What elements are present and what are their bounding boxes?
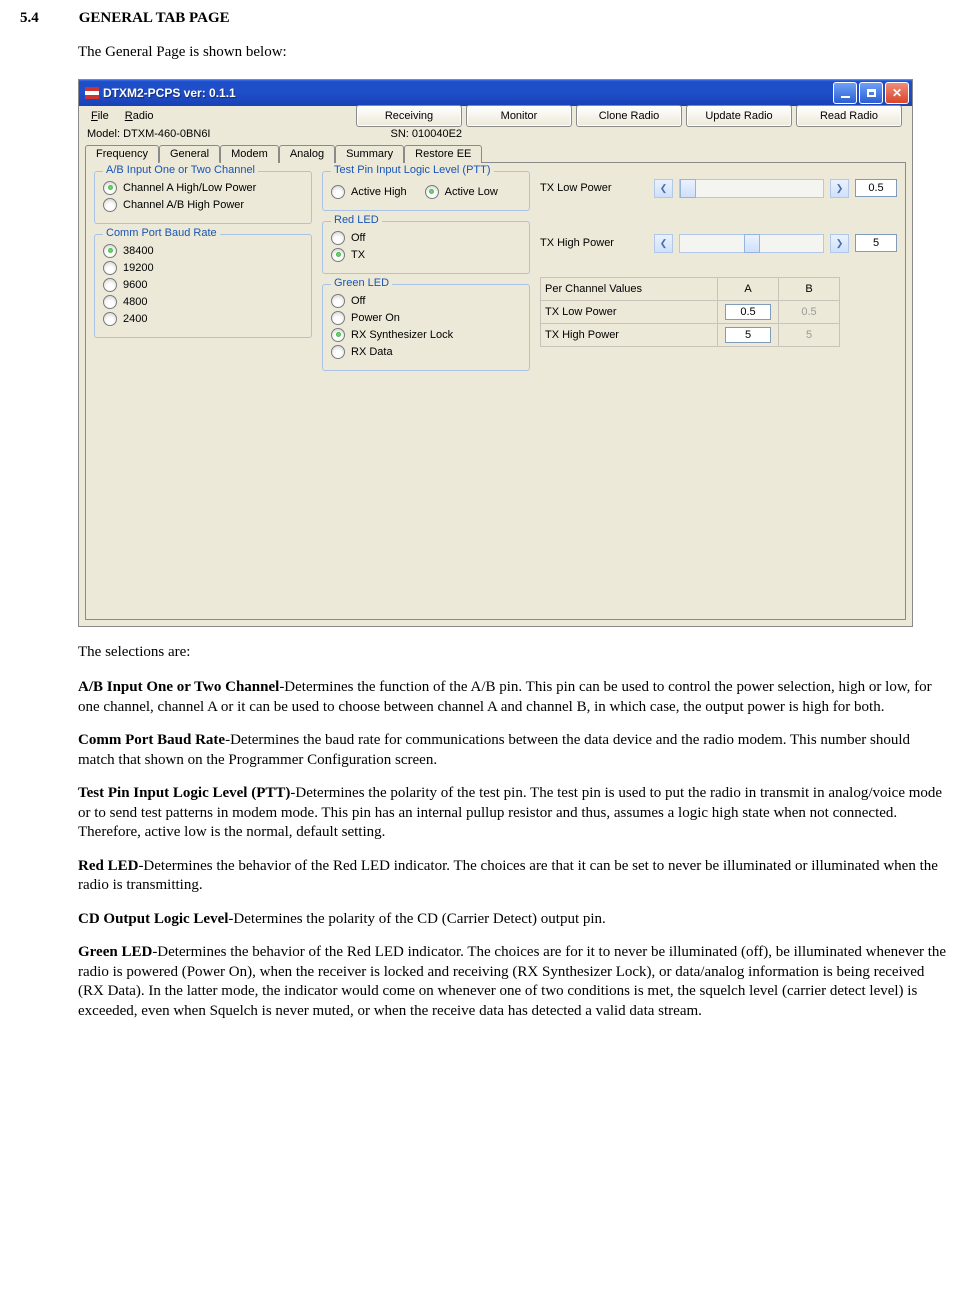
def-baud: Comm Port Baud Rate-Determines the baud …: [78, 731, 949, 770]
maximize-button[interactable]: [859, 82, 883, 104]
group-ab-legend: A/B Input One or Two Channel: [103, 164, 258, 176]
info-row: Model: DTXM-460-0BN6I SN: 010040E2: [79, 126, 912, 142]
radio-19200[interactable]: 19200: [103, 261, 303, 275]
tx-high-value[interactable]: 5: [855, 234, 897, 252]
radio-38400[interactable]: 38400: [103, 244, 303, 258]
tx-high-thumb[interactable]: [744, 234, 760, 253]
tx-low-label: TX Low Power: [540, 182, 648, 194]
def-ptt: Test Pin Input Logic Level (PTT)-Determi…: [78, 784, 949, 843]
group-baud: Comm Port Baud Rate 38400 19200 9600 480…: [94, 234, 312, 338]
receiving-button[interactable]: Receiving: [356, 105, 462, 127]
update-radio-button[interactable]: Update Radio: [686, 105, 792, 127]
tx-low-dec[interactable]: ❮: [654, 179, 673, 198]
group-ptt: Test Pin Input Logic Level (PTT) Active …: [322, 171, 530, 211]
tx-low-inc[interactable]: ❯: [830, 179, 849, 198]
def-red: Red LED-Determines the behavior of the R…: [78, 857, 949, 896]
radio-2400[interactable]: 2400: [103, 312, 303, 326]
def-ab: A/B Input One or Two Channel-Determines …: [78, 678, 949, 717]
radio-green-rxdata[interactable]: RX Data: [331, 345, 521, 359]
general-panel: A/B Input One or Two Channel Channel A H…: [85, 162, 906, 620]
tx-high-label: TX High Power: [540, 237, 648, 249]
menu-file[interactable]: File: [85, 109, 115, 123]
group-ab-input: A/B Input One or Two Channel Channel A H…: [94, 171, 312, 224]
def-cd: CD Output Logic Level-Determines the pol…: [78, 910, 949, 930]
radio-red-off[interactable]: Off: [331, 231, 521, 245]
th-a: A: [718, 277, 779, 300]
radio-active-high[interactable]: Active High: [331, 185, 407, 199]
radio-red-tx[interactable]: TX: [331, 248, 521, 262]
group-red-legend: Red LED: [331, 214, 382, 226]
group-baud-legend: Comm Port Baud Rate: [103, 227, 220, 239]
group-red-led: Red LED Off TX: [322, 221, 530, 274]
radio-ch-a-highlow[interactable]: Channel A High/Low Power: [103, 181, 303, 195]
group-green-legend: Green LED: [331, 277, 392, 289]
tx-low-value[interactable]: 0.5: [855, 179, 897, 197]
row-txhigh-a[interactable]: 5: [725, 327, 771, 343]
tx-high-inc[interactable]: ❯: [830, 234, 849, 253]
group-ptt-legend: Test Pin Input Logic Level (PTT): [331, 164, 494, 176]
tab-restore-ee[interactable]: Restore EE: [404, 145, 482, 163]
radio-4800[interactable]: 4800: [103, 295, 303, 309]
model-label: Model: DTXM-460-0BN6I: [87, 128, 211, 140]
per-channel-table: Per Channel Values A B TX Low Power 0.5 …: [540, 277, 840, 347]
app-icon: [85, 87, 99, 99]
intro-text: The General Page is shown below:: [78, 43, 949, 63]
selections-lead: The selections are:: [78, 643, 949, 663]
tab-modem[interactable]: Modem: [220, 145, 279, 163]
radio-active-low[interactable]: Active Low: [425, 185, 498, 199]
monitor-button[interactable]: Monitor: [466, 105, 572, 127]
menu-radio[interactable]: Radio: [119, 109, 160, 123]
clone-radio-button[interactable]: Clone Radio: [576, 105, 682, 127]
tx-high-power-row: TX High Power ❮ ❯ 5: [540, 234, 897, 253]
screenshot-window: DTXM2-PCPS ver: 0.1.1 File Radio Receivi…: [78, 79, 913, 627]
tx-high-dec[interactable]: ❮: [654, 234, 673, 253]
tx-low-power-row: TX Low Power ❮ ❯ 0.5: [540, 179, 897, 198]
row-txhigh-label: TX High Power: [541, 323, 718, 346]
tx-low-track[interactable]: [679, 179, 824, 198]
minimize-button[interactable]: [833, 82, 857, 104]
tab-summary[interactable]: Summary: [335, 145, 404, 163]
row-txlow-b: 0.5: [779, 300, 840, 323]
radio-green-poweron[interactable]: Power On: [331, 311, 521, 325]
close-button[interactable]: [885, 82, 909, 104]
def-green: Green LED-Determines the behavior of the…: [78, 943, 949, 1021]
radio-9600[interactable]: 9600: [103, 278, 303, 292]
th-b: B: [779, 277, 840, 300]
row-txhigh-b: 5: [779, 323, 840, 346]
radio-green-rxlock[interactable]: RX Synthesizer Lock: [331, 328, 521, 342]
tab-general[interactable]: General: [159, 145, 220, 163]
radio-green-off[interactable]: Off: [331, 294, 521, 308]
tx-high-track[interactable]: [679, 234, 824, 253]
section-heading: 5.4 GENERAL TAB PAGE: [20, 10, 949, 27]
read-radio-button[interactable]: Read Radio: [796, 105, 902, 127]
window-title: DTXM2-PCPS ver: 0.1.1: [103, 86, 236, 100]
group-green-led: Green LED Off Power On RX Synthesizer Lo…: [322, 284, 530, 371]
tx-low-thumb[interactable]: [680, 179, 696, 198]
titlebar: DTXM2-PCPS ver: 0.1.1: [79, 80, 912, 106]
row-txlow-label: TX Low Power: [541, 300, 718, 323]
row-txlow-a[interactable]: 0.5: [725, 304, 771, 320]
tab-analog[interactable]: Analog: [279, 145, 335, 163]
tab-strip: Frequency General Modem Analog Summary R…: [79, 144, 912, 162]
menubar: File Radio Receiving Monitor Clone Radio…: [79, 106, 912, 126]
tab-frequency[interactable]: Frequency: [85, 145, 159, 163]
sn-label: SN: 010040E2: [391, 128, 463, 140]
section-title: GENERAL TAB PAGE: [79, 10, 230, 26]
section-number: 5.4: [20, 10, 75, 27]
th-pcv: Per Channel Values: [541, 277, 718, 300]
radio-ch-ab-high[interactable]: Channel A/B High Power: [103, 198, 303, 212]
